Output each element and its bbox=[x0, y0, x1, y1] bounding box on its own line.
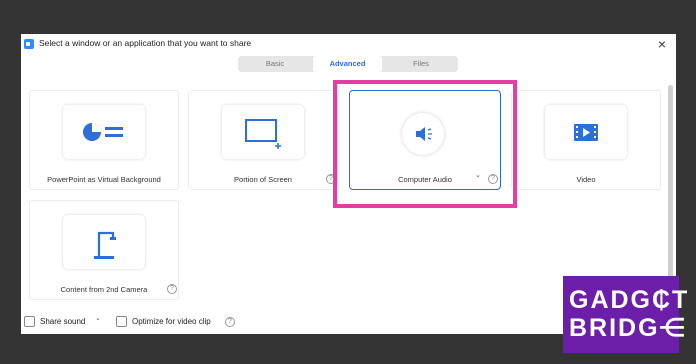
document-camera-icon bbox=[94, 231, 116, 259]
gadget-bridge-watermark: GADG₵T BRIDG⋲ bbox=[563, 276, 690, 353]
optimize-video-checkbox[interactable] bbox=[116, 316, 127, 327]
chevron-down-icon[interactable]: ⌄ bbox=[95, 314, 101, 322]
tile-thumbnail bbox=[63, 215, 145, 269]
tile-label: PowerPoint as Virtual Background bbox=[47, 175, 161, 184]
help-icon[interactable]: ? bbox=[225, 317, 235, 327]
share-mode-tabs: Basic Advanced Files bbox=[238, 56, 458, 72]
tab-advanced[interactable]: Advanced bbox=[313, 56, 382, 72]
tab-basic[interactable]: Basic bbox=[238, 56, 312, 72]
video-film-icon bbox=[574, 124, 598, 141]
tile-powerpoint-virtual-background[interactable]: PowerPoint as Virtual Background bbox=[29, 90, 179, 190]
tile-label: Content from 2nd Camera bbox=[60, 285, 148, 294]
tile-label: Video bbox=[576, 175, 596, 184]
powerpoint-background-icon bbox=[83, 123, 123, 141]
tile-thumbnail bbox=[63, 105, 145, 159]
tile-thumbnail bbox=[222, 105, 304, 159]
close-icon[interactable]: × bbox=[658, 35, 666, 53]
zoom-app-icon bbox=[24, 39, 34, 49]
share-sound-checkbox[interactable] bbox=[24, 316, 35, 327]
scrollbar[interactable] bbox=[668, 85, 673, 300]
watermark-line-1: GADG₵T bbox=[569, 286, 690, 314]
selection-highlight-box bbox=[333, 80, 517, 208]
window-title: Select a window or an application that y… bbox=[39, 38, 252, 48]
optimize-video-label: Optimize for video clip bbox=[132, 317, 211, 326]
tile-thumbnail bbox=[545, 105, 627, 159]
help-icon[interactable]: ? bbox=[167, 284, 177, 294]
title-bar: Select a window or an application that y… bbox=[21, 34, 676, 56]
screen-portion-icon bbox=[245, 119, 281, 149]
tile-portion-of-screen[interactable]: Portion of Screen ? bbox=[188, 90, 338, 190]
tile-label: Portion of Screen bbox=[234, 175, 292, 184]
tile-video[interactable]: Video bbox=[511, 90, 661, 190]
share-sound-label: Share sound bbox=[40, 317, 86, 326]
tile-content-from-2nd-camera[interactable]: Content from 2nd Camera ? bbox=[29, 200, 179, 300]
tab-files[interactable]: Files bbox=[384, 56, 458, 72]
watermark-line-2: BRIDG⋲ bbox=[569, 314, 687, 342]
